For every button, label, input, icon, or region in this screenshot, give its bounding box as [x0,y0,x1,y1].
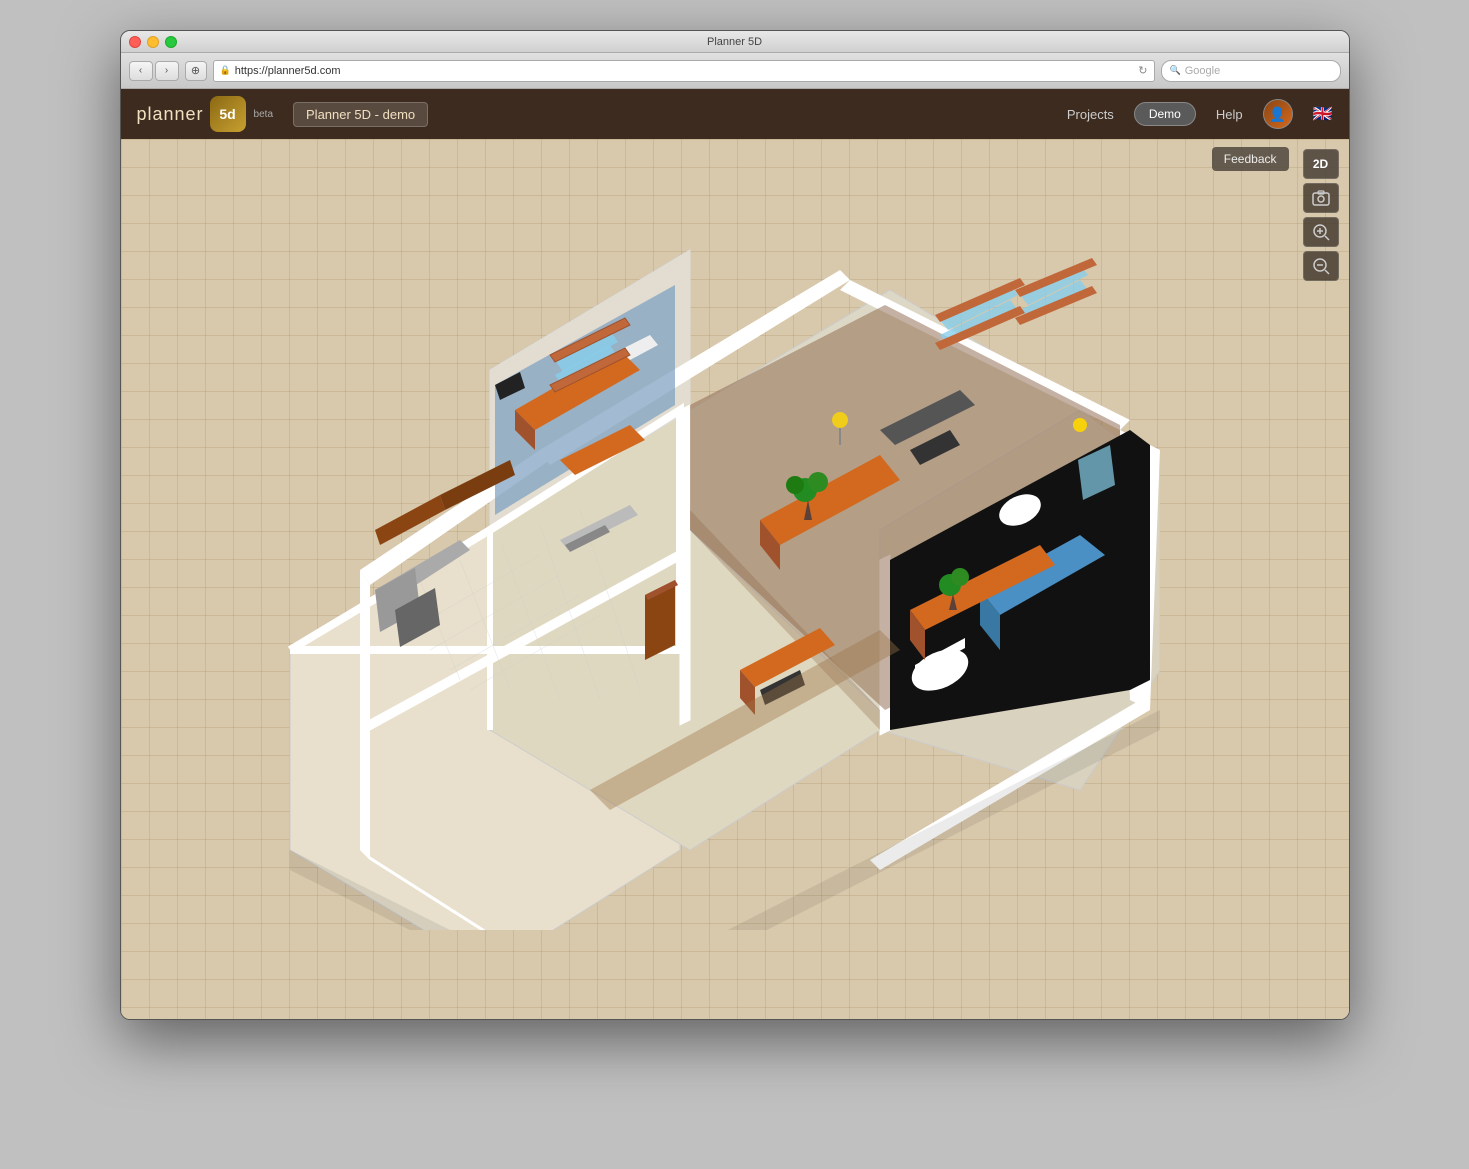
header-nav: Projects Demo Help 👤 🇬🇧 [1067,99,1333,129]
url-refresh-icon: ↻ [1138,64,1147,77]
title-bar: Planner 5D [121,31,1349,53]
logo-area: planner 5d beta [137,96,274,132]
projects-link[interactable]: Projects [1067,107,1114,122]
maximize-button[interactable] [165,36,177,48]
feedback-button[interactable]: Feedback [1212,147,1289,171]
project-name-badge[interactable]: Planner 5D - demo [293,102,428,127]
app-header: planner 5d beta Planner 5D - demo Projec… [121,89,1349,139]
language-flag[interactable]: 🇬🇧 [1313,104,1333,124]
back-button[interactable]: ‹ [129,61,153,81]
browser-toolbar: ‹ › ⊕ 🔒 https://planner5d.com ↻ 🔍 Google [121,53,1349,89]
search-bar[interactable]: 🔍 Google [1161,60,1341,82]
url-bar[interactable]: 🔒 https://planner5d.com ↻ [213,60,1155,82]
logo-badge: 5d [210,96,246,132]
right-toolbar: 2D [1303,149,1339,281]
close-button[interactable] [129,36,141,48]
search-placeholder: Google [1185,65,1220,77]
traffic-lights [129,36,177,48]
logo-text: planner [137,104,204,125]
view-2d-button[interactable]: 2D [1303,149,1339,179]
reload-button[interactable]: ⊕ [185,61,207,81]
main-canvas[interactable]: Feedback 2D [121,139,1349,1020]
beta-label: beta [254,109,273,120]
floorplan-container [260,230,1160,930]
nav-buttons: ‹ › [129,61,179,81]
help-link[interactable]: Help [1216,107,1243,122]
zoom-in-button[interactable] [1303,217,1339,247]
avatar[interactable]: 👤 [1263,99,1293,129]
zoom-out-button[interactable] [1303,251,1339,281]
mac-window: Planner 5D ‹ › ⊕ 🔒 https://planner5d.com… [120,30,1350,1020]
demo-button[interactable]: Demo [1134,102,1196,126]
url-text: https://planner5d.com [235,65,1135,77]
screenshot-button[interactable] [1303,183,1339,213]
window-title: Planner 5D [707,36,762,48]
search-icon: 🔍 [1170,65,1181,76]
secure-icon: 🔒 [220,65,231,76]
minimize-button[interactable] [147,36,159,48]
forward-button[interactable]: › [155,61,179,81]
